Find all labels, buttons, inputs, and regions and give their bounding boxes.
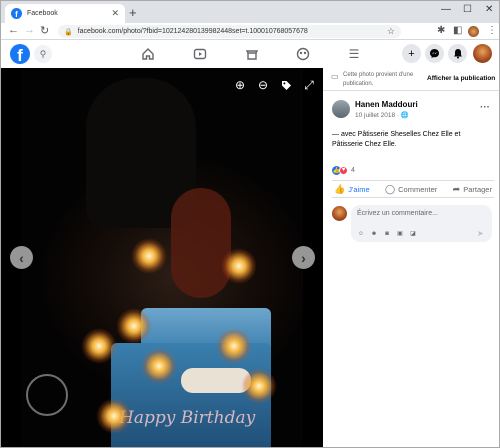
- comment-label: Commenter: [398, 184, 438, 194]
- url-text: facebook.com/photo/?fbid=102124280139982…: [77, 28, 308, 35]
- close-window-icon[interactable]: ✕: [485, 4, 493, 15]
- thumbs-up-icon: 👍: [334, 183, 346, 194]
- sparkler: [116, 308, 152, 344]
- view-publication-link[interactable]: Afficher la publication: [427, 75, 495, 82]
- post-panel: ▭ Cette photo provient d'une publication…: [323, 68, 499, 447]
- facebook-favicon-icon: f: [11, 8, 22, 19]
- more-options-icon[interactable]: ···: [480, 102, 490, 113]
- sparkler: [131, 238, 167, 274]
- post-date[interactable]: 10 juillet 2018 · 🌐: [355, 111, 409, 119]
- lock-icon: 🔒: [64, 28, 73, 36]
- banner-text: Cette photo provient d'une publication.: [343, 72, 414, 87]
- sticker-icon[interactable]: ◪: [408, 229, 418, 238]
- minimize-icon[interactable]: —: [441, 4, 451, 15]
- watch-icon[interactable]: [192, 46, 208, 62]
- browser-tab[interactable]: f Facebook ✕: [5, 4, 125, 23]
- avatar-sticker-icon[interactable]: ☺: [356, 229, 366, 238]
- sparkler: [241, 368, 277, 404]
- sparkler: [216, 328, 252, 364]
- bookmark-star-icon[interactable]: ☆: [387, 26, 395, 37]
- post-actions: 👍 J'aime ◯ Commenter ➦ Partager: [332, 180, 494, 198]
- facebook-logo-icon[interactable]: f: [10, 44, 30, 64]
- home-icon[interactable]: [140, 46, 156, 62]
- comment-icon: ◯: [385, 183, 396, 194]
- like-label: J'aime: [348, 184, 370, 194]
- maximize-icon[interactable]: ☐: [463, 4, 472, 15]
- zoom-out-icon[interactable]: ⊖: [255, 77, 271, 93]
- new-tab-icon[interactable]: +: [129, 5, 137, 20]
- gif-icon[interactable]: ▣: [395, 229, 405, 238]
- sparkler: [96, 398, 132, 434]
- author-avatar[interactable]: [332, 100, 350, 118]
- menu-icon[interactable]: ☰: [346, 46, 362, 62]
- back-icon[interactable]: ←: [8, 24, 19, 36]
- post-caption: — avec Pâtisserie Sheselles Chez Elle et…: [332, 131, 461, 148]
- notifications-icon[interactable]: [448, 44, 467, 63]
- tab-bar: f Facebook ✕ + — ☐ ✕: [1, 1, 499, 23]
- address-bar-row: ← → ↻ 🔒 facebook.com/photo/?fbid=1021242…: [1, 23, 499, 40]
- comment-tools: ☺ ☻ ◙ ▣ ◪: [356, 229, 418, 238]
- account-avatar[interactable]: [473, 44, 492, 63]
- marketplace-icon[interactable]: [244, 46, 260, 62]
- reactions-summary[interactable]: 👍 ♥ 4: [332, 165, 355, 175]
- camera-icon[interactable]: ◙: [382, 229, 392, 238]
- post-date-text: 10 juillet 2018: [355, 112, 396, 119]
- emoji-icon[interactable]: ☻: [369, 229, 379, 238]
- sidebar-icon[interactable]: ◧: [453, 25, 462, 36]
- share-button[interactable]: ➦ Partager: [453, 184, 492, 195]
- sparkler: [81, 328, 117, 364]
- facebook-header: f ⚲ ☰ +: [1, 40, 499, 68]
- sparkler: [221, 248, 257, 284]
- tab-title: Facebook: [27, 10, 58, 17]
- reaction-count: 4: [351, 166, 355, 174]
- forward-icon[interactable]: →: [24, 24, 35, 36]
- comment-input[interactable]: Écrivez un commentaire... ☺ ☻ ◙ ▣ ◪ ➤: [351, 205, 492, 242]
- previous-photo-icon[interactable]: ‹: [10, 246, 33, 269]
- create-icon[interactable]: +: [402, 44, 421, 63]
- audience-icon: 🌐: [400, 112, 409, 119]
- info-icon: ▭: [331, 72, 339, 81]
- commenter-avatar: [332, 206, 347, 221]
- watermark-logo: [26, 374, 68, 416]
- fullscreen-icon[interactable]: ⤢: [301, 77, 317, 93]
- profile-avatar-icon[interactable]: [468, 26, 479, 37]
- cake-text: Happy Birthday: [119, 408, 256, 428]
- search-icon[interactable]: ⚲: [34, 45, 52, 63]
- url-field[interactable]: 🔒 facebook.com/photo/?fbid=1021242801399…: [58, 25, 401, 38]
- comment-placeholder: Écrivez un commentaire...: [357, 210, 438, 217]
- send-icon[interactable]: ➤: [477, 229, 484, 238]
- zoom-in-icon[interactable]: ⊕: [232, 77, 248, 93]
- browser-window: f Facebook ✕ + — ☐ ✕ ← → ↻ 🔒 facebook.co…: [0, 0, 500, 448]
- photo-viewer: Happy Birthday ⊕ ⊖ ⤢ ‹ ›: [1, 68, 323, 447]
- share-label: Partager: [463, 184, 492, 194]
- comment-button[interactable]: ◯ Commenter: [385, 184, 437, 195]
- photo-child-shape: [171, 188, 231, 298]
- browser-menu-icon[interactable]: ⋮: [487, 25, 497, 36]
- sparkler: [141, 348, 177, 384]
- publication-banner: ▭ Cette photo provient d'une publication…: [323, 68, 499, 91]
- tag-icon[interactable]: [278, 77, 294, 93]
- love-reaction-icon: ♥: [339, 165, 348, 175]
- reload-icon[interactable]: ↻: [40, 24, 49, 37]
- messenger-icon[interactable]: [425, 44, 444, 63]
- groups-icon[interactable]: [295, 46, 311, 62]
- share-icon: ➦: [452, 183, 461, 194]
- next-photo-icon[interactable]: ›: [292, 246, 315, 269]
- like-button[interactable]: 👍 J'aime: [334, 184, 370, 195]
- extensions-icon[interactable]: ✱: [437, 25, 445, 36]
- author-name[interactable]: Hanen Maddouri: [355, 100, 418, 109]
- tab-close-icon[interactable]: ✕: [111, 8, 119, 19]
